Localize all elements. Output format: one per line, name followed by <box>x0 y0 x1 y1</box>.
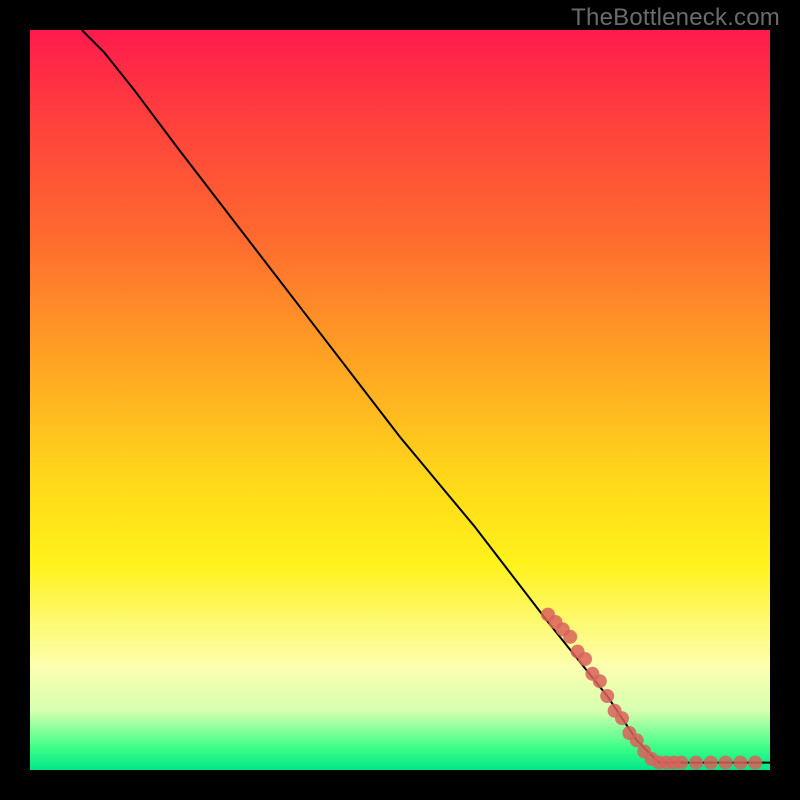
chart-svg <box>30 30 770 770</box>
marker-point <box>600 689 614 703</box>
marker-point <box>563 630 577 644</box>
marker-point <box>593 674 607 688</box>
marker-point <box>615 711 629 725</box>
marker-point <box>674 756 688 770</box>
series-curve <box>82 30 770 763</box>
marker-point <box>748 756 762 770</box>
chart-frame: TheBottleneck.com <box>0 0 800 800</box>
marker-point <box>689 756 703 770</box>
marker-point <box>704 756 718 770</box>
marker-point <box>578 652 592 666</box>
watermark-text: TheBottleneck.com <box>571 4 780 32</box>
marker-point <box>733 756 747 770</box>
marker-point <box>719 756 733 770</box>
plot-area <box>30 30 770 770</box>
